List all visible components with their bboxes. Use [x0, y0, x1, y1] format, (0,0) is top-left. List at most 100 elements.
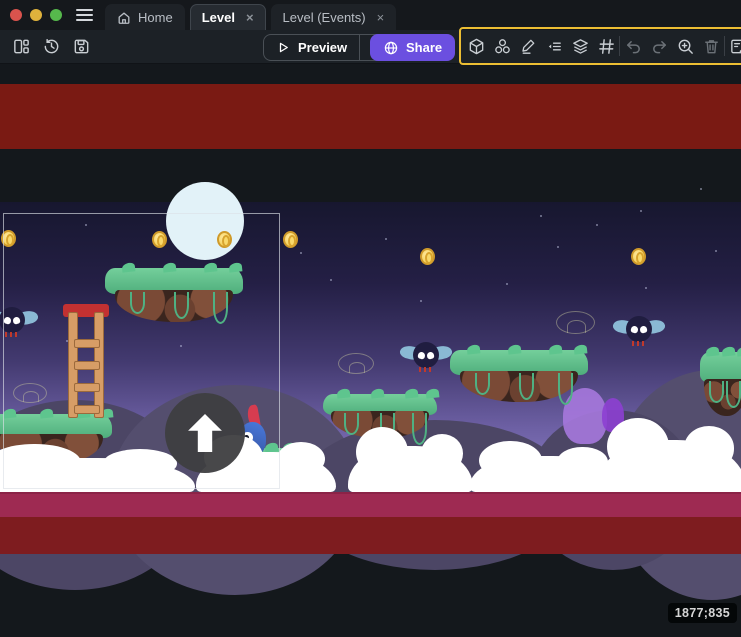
grass-tuft	[574, 344, 588, 354]
star-dot	[640, 210, 642, 212]
window-controls	[10, 9, 62, 21]
instances-group-icon[interactable]	[489, 33, 515, 59]
project-tools	[8, 34, 94, 60]
object-3d-icon[interactable]	[463, 33, 489, 59]
editor-tabs: Home Level × Level (Events) ×	[105, 0, 396, 30]
tab-label: Home	[138, 10, 173, 25]
star-dot	[300, 252, 302, 254]
share-label: Share	[406, 40, 442, 55]
preview-label: Preview	[298, 40, 347, 55]
coin-object[interactable]	[420, 248, 435, 265]
close-tab-icon[interactable]: ×	[246, 11, 254, 24]
cloud-puff	[277, 442, 325, 476]
undo-icon[interactable]	[620, 33, 646, 59]
close-window-icon[interactable]	[10, 9, 22, 21]
hanging-vine	[558, 373, 573, 405]
swirl-inner	[349, 362, 366, 373]
cloud-object[interactable]	[348, 446, 473, 492]
star-dot	[596, 224, 598, 226]
swirl-decoration	[338, 353, 374, 374]
globe-icon	[383, 40, 399, 56]
swirl-decoration	[556, 311, 595, 334]
star-dot	[557, 246, 559, 248]
pencil-icon[interactable]	[515, 33, 541, 59]
maximize-window-icon[interactable]	[50, 9, 62, 21]
grass-tuft	[549, 344, 563, 354]
star-dot	[700, 188, 702, 190]
star-dot	[330, 279, 332, 281]
tab-level[interactable]: Level ×	[190, 4, 266, 30]
bottom-crimson-band[interactable]	[0, 492, 741, 517]
instances-list-icon[interactable]	[541, 33, 567, 59]
bat-claw	[429, 367, 431, 372]
cloud-puff	[421, 434, 464, 473]
level-editor-canvas[interactable]	[0, 0, 741, 637]
cloud-puff	[607, 418, 669, 475]
star-dot	[540, 215, 542, 217]
hanging-vine	[475, 373, 490, 395]
grass-tuft	[336, 388, 350, 398]
floating-island-platform[interactable]	[700, 352, 741, 436]
swirl-inner	[567, 320, 585, 333]
star-dot	[715, 250, 717, 252]
tab-home[interactable]: Home	[105, 4, 185, 30]
bat-enemy[interactable]	[400, 340, 452, 374]
tab-label: Level (Events)	[283, 10, 366, 25]
grass-tuft	[508, 344, 522, 354]
edit-properties-icon[interactable]	[725, 33, 741, 59]
bottom-dark-red-band[interactable]	[0, 517, 741, 554]
main-menu-icon[interactable]	[76, 9, 93, 21]
bat-claw	[424, 367, 426, 372]
home-icon	[117, 11, 131, 25]
grass-tuft	[721, 346, 735, 356]
cursor-coordinates-badge: 1877;835	[668, 603, 737, 623]
scene-tools-highlight-box	[459, 27, 741, 65]
coin-inner	[288, 235, 296, 247]
up-arrow-icon	[187, 414, 223, 452]
hanging-vine	[519, 373, 534, 400]
star-dot	[506, 283, 508, 285]
app-window: 1877;835 Home Level × Level (Events) ×	[0, 0, 741, 637]
layout-icon[interactable]	[8, 34, 34, 60]
star-dot	[385, 238, 387, 240]
grass-tuft	[425, 388, 439, 398]
bat-claw	[419, 367, 421, 372]
redo-icon[interactable]	[646, 33, 672, 59]
jump-arrow-button[interactable]	[165, 393, 245, 473]
grass-tuft	[466, 344, 480, 354]
history-icon[interactable]	[38, 34, 64, 60]
minimize-window-icon[interactable]	[30, 9, 42, 21]
preview-button[interactable]: Preview	[264, 35, 359, 60]
star-dot	[645, 287, 647, 289]
floating-island-platform[interactable]	[450, 350, 588, 422]
tab-level-events[interactable]: Level (Events) ×	[271, 4, 397, 30]
bat-claw	[637, 341, 639, 346]
bat-claw	[632, 341, 634, 346]
layers-icon[interactable]	[567, 33, 593, 59]
save-icon[interactable]	[68, 34, 94, 60]
share-button[interactable]: Share	[370, 34, 455, 61]
grass-tuft	[706, 346, 720, 356]
bat-enemy[interactable]	[613, 314, 665, 348]
close-tab-icon[interactable]: ×	[377, 11, 385, 24]
cloud-puff	[684, 426, 734, 470]
tab-label: Level	[202, 10, 235, 25]
grass-tuft	[370, 388, 384, 398]
coin-object[interactable]	[283, 231, 298, 248]
coin-object[interactable]	[631, 248, 646, 265]
hanging-vine	[344, 413, 359, 435]
zoom-in-icon[interactable]	[672, 33, 698, 59]
top-red-band[interactable]	[0, 84, 741, 149]
title-bar: Home Level × Level (Events) ×	[0, 0, 741, 30]
grid-icon[interactable]	[593, 33, 619, 59]
cloud-puff	[356, 427, 409, 478]
coin-inner	[636, 252, 644, 264]
hanging-vine	[726, 381, 741, 408]
coin-inner	[425, 252, 433, 264]
star-dot	[420, 300, 422, 302]
bat-claw	[642, 341, 644, 346]
cloud-object[interactable]	[598, 440, 741, 492]
play-icon	[276, 40, 291, 55]
grass-tuft	[405, 388, 419, 398]
trash-icon[interactable]	[698, 33, 724, 59]
